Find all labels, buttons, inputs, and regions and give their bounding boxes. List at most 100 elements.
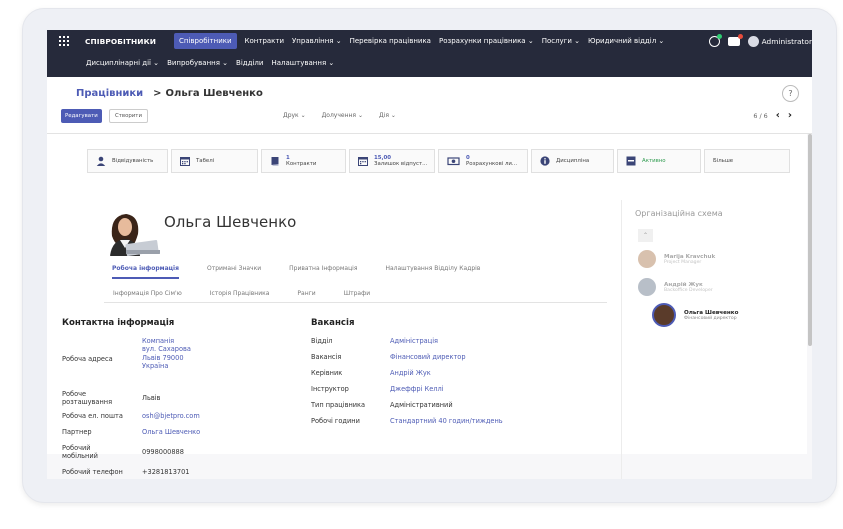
manager-value[interactable]: Андрій Жук xyxy=(390,369,431,377)
address-line: вул. Сахарова xyxy=(142,345,191,354)
working-hours-label: Робочі години xyxy=(311,417,360,425)
menu-settings[interactable]: Налаштування ⌄ xyxy=(271,59,334,67)
coach-label: Інструктор xyxy=(311,385,349,393)
employee-photo[interactable] xyxy=(108,210,160,256)
partner-label: Партнер xyxy=(62,428,92,436)
employee-type-value[interactable]: Адміністративний xyxy=(390,401,453,409)
menu-probation[interactable]: Випробування ⌄ xyxy=(167,59,228,67)
smart-label: Дисципліна xyxy=(556,158,590,164)
smart-more-button[interactable]: Більше xyxy=(704,149,790,173)
tab-family-info[interactable]: Інформація Про Сім'ю xyxy=(113,290,182,297)
smart-discipline-button[interactable]: Дисципліна xyxy=(531,149,614,173)
edit-button[interactable]: Редагувати xyxy=(61,109,102,123)
location-label: Робоче розташування xyxy=(62,390,113,406)
email-label: Робоча ел. пошта xyxy=(62,412,123,420)
org-manager-2[interactable]: Андрій Жук Backoffice Developer xyxy=(638,278,713,296)
menu-departments[interactable]: Відділи xyxy=(236,59,263,67)
org-avatar xyxy=(638,250,656,268)
org-avatar xyxy=(638,278,656,296)
create-button[interactable]: Створити xyxy=(109,109,148,123)
smart-leaves-button[interactable]: 15,00 Залишок відпуст... xyxy=(349,149,435,173)
print-menu[interactable]: Друк ⌄ xyxy=(283,112,306,119)
action-menu[interactable]: Дія ⌄ xyxy=(379,112,396,119)
org-chart-up-icon[interactable]: ⌃ xyxy=(638,229,653,242)
contact-section-title: Контактна інформація xyxy=(62,318,175,328)
org-manager-1[interactable]: Marija Kravchuk Project Manager xyxy=(638,250,715,268)
menu-employee-check[interactable]: Перевірка працівника xyxy=(350,37,431,45)
address-line[interactable]: Компанія xyxy=(142,337,191,345)
smart-label: Відвідуваність xyxy=(112,158,154,164)
mobile-label: Робочий мобільний xyxy=(62,444,98,460)
breadcrumb: Працівники > Ольга Шевченко xyxy=(76,88,263,99)
messages-icon[interactable] xyxy=(727,33,743,46)
navbar-systray: Administrator xyxy=(708,30,812,52)
job-value[interactable]: Фінансовий директор xyxy=(390,353,466,361)
activity-clock-icon[interactable] xyxy=(708,33,722,47)
menu-disciplinary[interactable]: Дисциплінарні дії ⌄ xyxy=(86,59,159,67)
pager-next-icon[interactable]: › xyxy=(788,111,792,121)
attachment-menu[interactable]: Долучення ⌄ xyxy=(322,112,363,119)
action-menus: Друк ⌄ Долучення ⌄ Дія ⌄ xyxy=(283,112,412,119)
smart-attendance-button[interactable]: Відвідуваність xyxy=(87,149,168,173)
org-current-employee[interactable]: Ольга Шевченко Фінансовий директор xyxy=(652,303,738,327)
menu-management[interactable]: Управління ⌄ xyxy=(292,37,342,45)
app-window: СПІВРОБІТНИКИ Співробітники Контракти Уп… xyxy=(47,30,812,479)
partner-value[interactable]: Ольга Шевченко xyxy=(142,428,200,436)
org-avatar xyxy=(652,303,676,327)
tab-hr-settings[interactable]: Налаштування Відділу Кадрів xyxy=(385,265,480,279)
working-hours-value[interactable]: Стандартний 40 годин/тиждень xyxy=(390,417,503,425)
user-avatar[interactable] xyxy=(747,35,759,47)
breadcrumb-current: Ольга Шевченко xyxy=(165,88,263,99)
tab-fines[interactable]: Штрафи xyxy=(344,290,370,297)
vacancy-section-title: Вакансія xyxy=(311,318,355,328)
address-line: Україна xyxy=(142,362,169,371)
apps-grid-icon[interactable] xyxy=(59,36,69,46)
address-label: Робоча адреса xyxy=(62,355,113,363)
app-brand[interactable]: СПІВРОБІТНИКИ xyxy=(85,37,156,46)
org-person-job: Фінансовий директор xyxy=(684,315,737,321)
navbar-row-2: Дисциплінарні дії ⌄ Випробування ⌄ Відді… xyxy=(47,52,812,74)
menu-payroll[interactable]: Розрахунки працівника ⌄ xyxy=(439,37,534,45)
top-navbar: СПІВРОБІТНИКИ Співробітники Контракти Уп… xyxy=(47,30,812,77)
tabs-row-2: Інформація Про Сім'ю Історія Працівника … xyxy=(113,290,398,297)
employee-name: Ольга Шевченко xyxy=(164,213,297,231)
smart-label: Табелі xyxy=(196,158,215,164)
help-button[interactable]: ? xyxy=(782,85,799,102)
org-divider xyxy=(621,200,622,479)
smart-active-button[interactable]: Активно xyxy=(617,149,701,173)
pager-prev-icon[interactable]: ‹ xyxy=(776,111,780,121)
org-person-name: Ольга Шевченко xyxy=(684,309,739,316)
employee-type-label: Тип працівника xyxy=(311,401,366,409)
department-value[interactable]: Адміністрація xyxy=(390,337,438,345)
tab-badges[interactable]: Отримані Значки xyxy=(207,265,261,279)
menu-contracts[interactable]: Контракти xyxy=(245,37,285,45)
email-value[interactable]: osh@bjetpro.com xyxy=(142,412,200,420)
user-icon xyxy=(96,156,106,166)
smart-contracts-button[interactable]: 1 Контракти xyxy=(261,149,346,173)
menu-services[interactable]: Послуги ⌄ xyxy=(542,37,580,45)
tab-employee-history[interactable]: Історія Працівника xyxy=(210,290,270,297)
tab-work-info[interactable]: Робоча інформація xyxy=(112,265,179,279)
menu-legal[interactable]: Юридичний відділ ⌄ xyxy=(588,37,664,45)
phone-value: +3281813701 xyxy=(142,468,190,476)
pager-value[interactable]: 6 / 6 xyxy=(753,112,767,120)
org-person-job: Project Manager xyxy=(664,259,702,265)
smart-label: Залишок відпуст... xyxy=(374,161,428,167)
breadcrumb-parent[interactable]: Працівники xyxy=(76,88,143,99)
org-chart-title: Організаційна схема xyxy=(635,209,723,218)
scrollbar[interactable] xyxy=(808,134,812,346)
smart-timesheets-button[interactable]: Табелі xyxy=(171,149,258,173)
tab-private-info[interactable]: Приватна Інформація xyxy=(289,265,357,279)
tab-ranks[interactable]: Ранги xyxy=(297,290,315,297)
address-line: Львів 79000 xyxy=(142,353,184,362)
menu-employees[interactable]: Співробітники xyxy=(174,33,237,49)
smart-label: Контракти xyxy=(286,161,317,167)
mobile-value: 0998000888 xyxy=(142,448,184,456)
smart-label: Більше xyxy=(713,158,734,164)
coach-value[interactable]: Джеффрі Келлі xyxy=(390,385,444,393)
status-icon xyxy=(626,156,636,166)
smart-payslips-button[interactable]: 0 Розрахункові ли... xyxy=(438,149,528,173)
user-menu[interactable]: Administrator xyxy=(762,37,812,46)
org-person-name: Marija Kravchuk xyxy=(664,253,716,260)
address-value[interactable]: Компанія вул. Сахарова Львів 79000 Украї… xyxy=(142,337,191,371)
